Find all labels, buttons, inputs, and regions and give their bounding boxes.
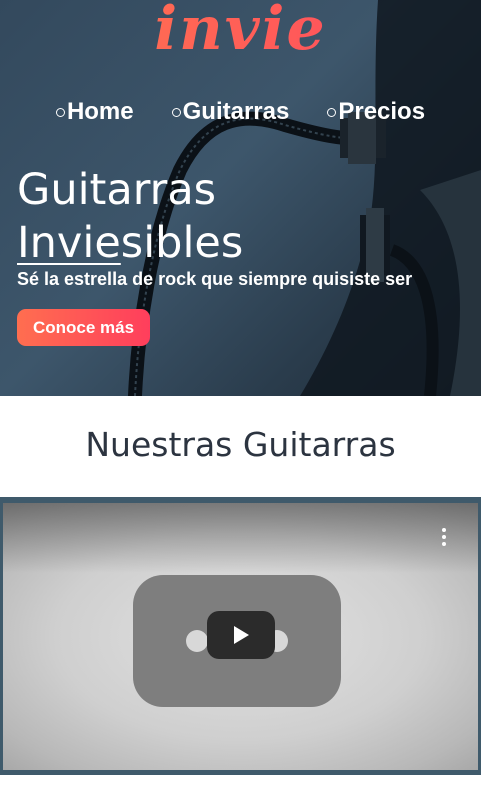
main-nav: Home Guitarras Precios [0, 98, 481, 126]
bullet-icon [171, 107, 181, 117]
nav-item-label: Home [66, 98, 134, 125]
hero-section: invie Home Guitarras Precios Guitarras I… [0, 0, 481, 396]
hero-subtitle: Sé la estrella de rock que siempre quisi… [17, 269, 413, 289]
nav-item-home[interactable]: Home [55, 98, 134, 126]
more-options-icon[interactable] [440, 527, 448, 547]
section-title: Nuestras Guitarras [85, 425, 396, 464]
hero-title-rest: sibles [120, 218, 244, 268]
video-player[interactable] [3, 503, 478, 770]
nav-item-guitarras[interactable]: Guitarras [171, 98, 290, 126]
play-icon [234, 626, 249, 644]
brand-logo[interactable]: invie [0, 0, 481, 64]
video-top-shade [3, 503, 478, 573]
bullet-icon [55, 107, 65, 117]
hero-title-underlined: Invie [17, 218, 121, 268]
bullet-icon [327, 107, 337, 117]
nav-item-label: Precios [338, 98, 426, 125]
nav-item-label: Guitarras [182, 98, 290, 125]
video-embed [0, 497, 481, 775]
play-button[interactable] [207, 611, 275, 659]
nav-item-precios[interactable]: Precios [327, 98, 425, 126]
conoce-mas-button[interactable]: Conoce más [17, 309, 150, 346]
hero-title-line1: Guitarras [17, 165, 217, 215]
hero-title: Guitarras Inviesibles [17, 164, 243, 270]
